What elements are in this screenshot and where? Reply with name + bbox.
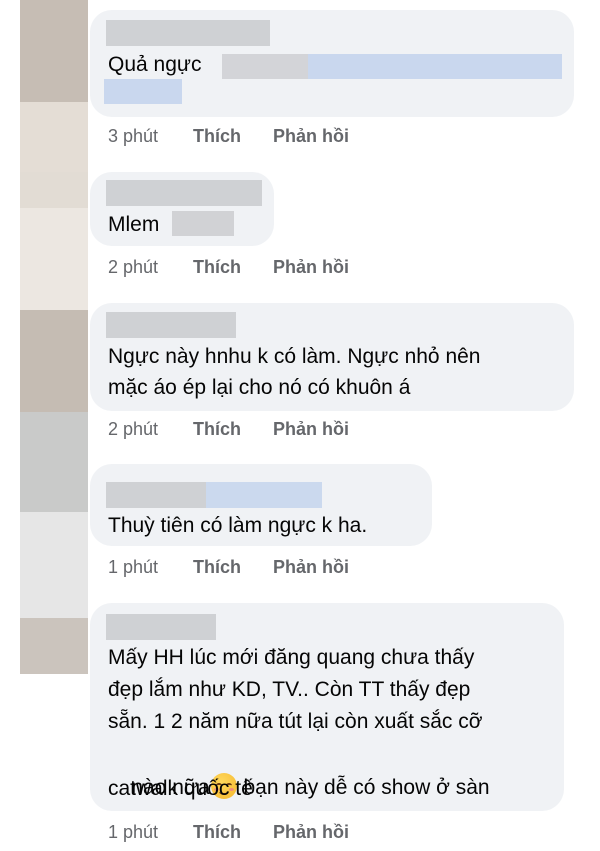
- comment-actions: 2 phút Thích Phản hồi: [108, 419, 349, 440]
- avatar[interactable]: [20, 172, 88, 208]
- commenter-name[interactable]: [206, 482, 322, 508]
- avatar[interactable]: [20, 618, 88, 674]
- comment-text-line: catwalk quốc tế: [108, 777, 253, 800]
- reply-button[interactable]: Phản hồi: [273, 557, 349, 578]
- like-button[interactable]: Thích: [193, 419, 273, 440]
- commenter-name[interactable]: [106, 312, 236, 338]
- tagged-name[interactable]: [172, 211, 234, 236]
- avatar-strip: [0, 0, 88, 851]
- like-button[interactable]: Thích: [193, 557, 273, 578]
- commenter-name[interactable]: [106, 180, 262, 206]
- comment-actions: 1 phút Thích Phản hồi: [108, 557, 349, 578]
- comment-text: Quả ngực: [108, 53, 202, 76]
- comment-actions: 2 phút Thích Phản hồi: [108, 257, 349, 278]
- comment-time: 3 phút: [108, 126, 159, 146]
- tagged-name[interactable]: [308, 54, 562, 79]
- avatar[interactable]: [20, 310, 88, 412]
- avatar-background: [20, 102, 88, 172]
- comment-text-line: Ngực này hnhu k có làm. Ngực nhỏ nên: [108, 345, 481, 368]
- like-button[interactable]: Thích: [193, 822, 273, 843]
- comment-time: 1 phút: [108, 822, 159, 842]
- reply-button[interactable]: Phản hồi: [273, 126, 349, 147]
- commenter-name[interactable]: [106, 482, 206, 508]
- comment-text: Thuỳ tiên có làm ngực k ha.: [108, 514, 368, 537]
- avatar[interactable]: [20, 0, 88, 102]
- comment-text-segment: bạn này dễ có show ở sàn: [237, 776, 490, 799]
- comment-text-line: Mấy HH lúc mới đăng quang chưa thấy: [108, 646, 475, 669]
- comment-text-line: sẵn. 1 2 năm nữa tút lại còn xuất sắc cỡ: [108, 710, 483, 733]
- like-button[interactable]: Thích: [193, 126, 273, 147]
- comment-text-line: mặc áo ép lại cho nó có khuôn á: [108, 376, 411, 399]
- avatar-background: [20, 512, 88, 618]
- comment-time: 2 phút: [108, 419, 159, 439]
- reply-button[interactable]: Phản hồi: [273, 419, 349, 440]
- tagged-name[interactable]: [222, 54, 308, 79]
- like-button[interactable]: Thích: [193, 257, 273, 278]
- reply-button[interactable]: Phản hồi: [273, 257, 349, 278]
- comment-time: 2 phút: [108, 257, 159, 277]
- commenter-name[interactable]: [106, 614, 216, 640]
- comment-text: Mlem: [108, 213, 160, 236]
- reply-button[interactable]: Phản hồi: [273, 822, 349, 843]
- comment-actions: 3 phút Thích Phản hồi: [108, 126, 349, 147]
- comment-text-line: đẹp lắm như KD, TV.. Còn TT thấy đẹp: [108, 678, 471, 701]
- avatar[interactable]: [20, 412, 88, 512]
- comment-actions: 1 phút Thích Phản hồi: [108, 822, 349, 843]
- tagged-name[interactable]: [104, 79, 182, 104]
- comment-time: 1 phút: [108, 557, 159, 577]
- avatar-background: [20, 208, 88, 310]
- commenter-name[interactable]: [106, 20, 270, 46]
